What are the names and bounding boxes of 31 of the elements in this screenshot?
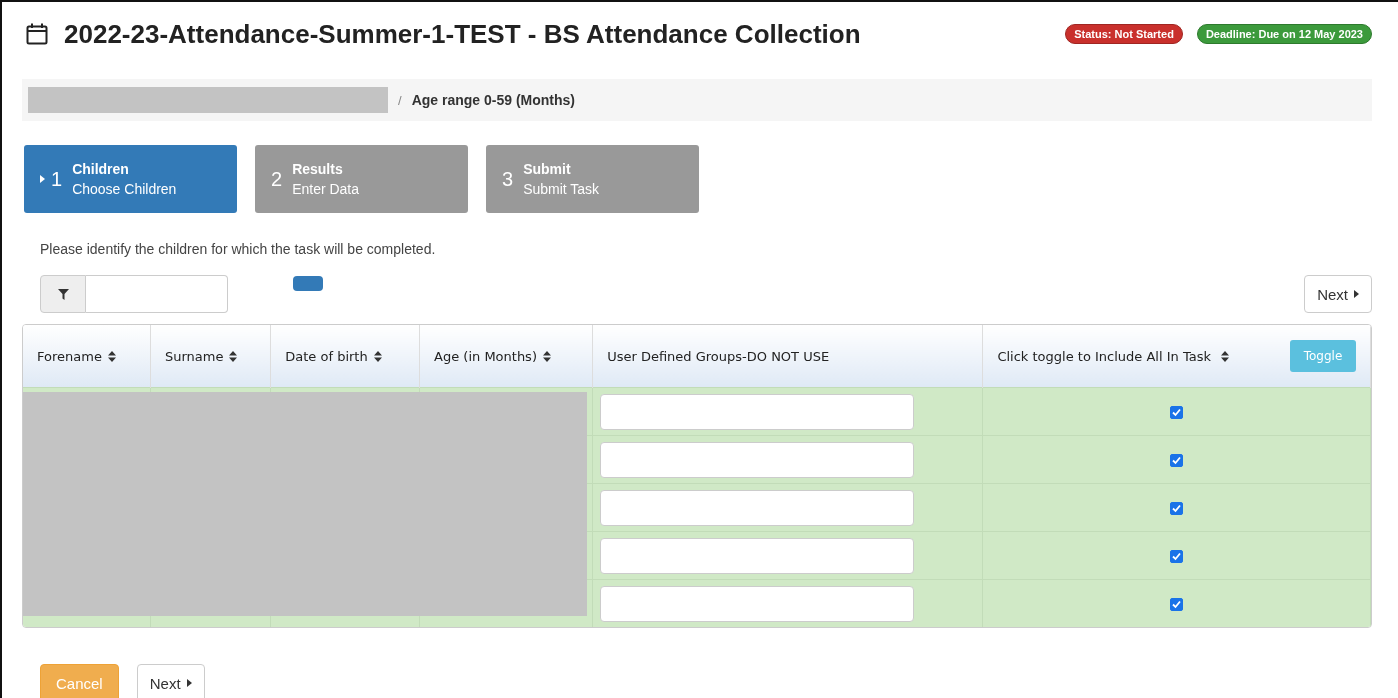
- page-title: 2022-23-Attendance-Summer-1-TEST - BS Attendance Collection: [64, 18, 862, 50]
- next-button[interactable]: Next: [136, 664, 205, 698]
- group-input-field[interactable]: [600, 537, 915, 574]
- breadcrumb-label: Age range 0-59 (Months): [411, 92, 575, 108]
- status-badge: Status: Not Started: [1065, 24, 1183, 44]
- caret-icon: [1354, 290, 1359, 298]
- column-header: User Defined Groups-DO NOT USE: [592, 325, 983, 388]
- instruction-text: Please identify the children for which the task will be completed.: [40, 241, 437, 257]
- calendar-icon: [26, 23, 48, 45]
- small-button[interactable]: [293, 276, 323, 291]
- group-input-field[interactable]: [600, 489, 915, 526]
- column-header[interactable]: Forename: [23, 325, 151, 388]
- include-checkbox[interactable]: [1170, 502, 1184, 515]
- group-input-field[interactable]: [600, 393, 915, 430]
- breadcrumb-separator: /: [398, 92, 402, 108]
- include-checkbox[interactable]: [1170, 598, 1184, 611]
- column-header[interactable]: Date of birth: [270, 325, 420, 388]
- filter-icon: [57, 288, 69, 300]
- deadline-badge: Deadline: Due on 12 May 2023: [1196, 24, 1372, 44]
- column-header[interactable]: Surname: [150, 325, 271, 388]
- caret-icon: [186, 679, 192, 687]
- include-checkbox[interactable]: [1170, 550, 1184, 563]
- filter-field[interactable]: [86, 275, 228, 313]
- column-header[interactable]: Age (in Months): [419, 325, 593, 388]
- group-input-field[interactable]: [600, 585, 915, 622]
- include-checkbox[interactable]: [1170, 406, 1184, 419]
- next-button[interactable]: Next: [1304, 275, 1372, 313]
- group-input-field[interactable]: [600, 441, 915, 478]
- column-label[interactable]: Click toggle to Include All In Task: [997, 348, 1230, 364]
- include-checkbox[interactable]: [1170, 454, 1184, 467]
- caret-icon: [40, 175, 45, 183]
